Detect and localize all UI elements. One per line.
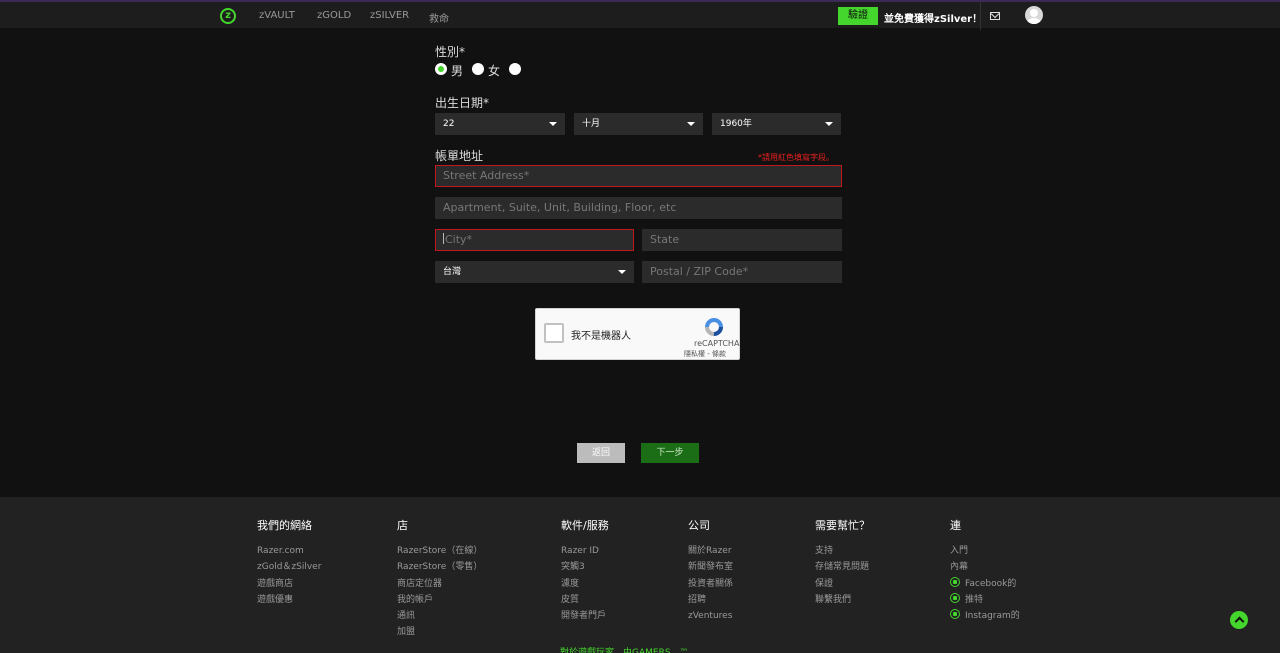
footer-link[interactable]: Razer ID [561,543,609,559]
apartment-input[interactable]: Apartment, Suite, Unit, Building, Floor,… [435,197,842,219]
recaptcha-logo-icon [705,318,723,336]
footer-link[interactable]: 關於Razer [688,543,733,559]
chevron-down-icon [687,122,695,126]
footer-link[interactable]: 聯繫我們 [815,592,870,608]
dob-label: 出生日期* [435,96,490,110]
footer-link[interactable]: 我的帳戶 [397,592,482,608]
footer-link[interactable]: 存儲常見問題 [815,559,870,575]
footer-link[interactable]: 投資者關係 [688,576,733,592]
footer-link[interactable]: 通訊 [397,608,482,624]
nav-link-zsilver[interactable]: zSILVER [370,10,409,21]
chevron-down-icon [618,270,626,274]
dob-year-select[interactable]: 1960年 [712,113,841,135]
chevron-down-icon [825,122,833,126]
dob-day-select[interactable]: 22 [435,113,565,135]
chevron-down-icon [549,122,557,126]
recaptcha-label: 我不是機器人 [571,331,631,342]
dob-month-select[interactable]: 十月 [574,113,703,135]
footer-link[interactable]: 入門 [950,543,1020,559]
facebook-icon [950,576,960,587]
footer-link[interactable]: zVentures [688,608,733,624]
footer-link[interactable]: 濾度 [561,576,609,592]
footer-tagline: 對於遊戲玩家。由GAMERS。™ [560,648,689,653]
footer-link[interactable]: 突觸3 [561,559,609,575]
footer-heading: 軟件/服務 [561,519,609,532]
gender-radio-female[interactable] [472,63,484,75]
promo-text: 並免費獲得zSilver！ [884,14,983,25]
top-nav: z zVAULT zGOLD zSILVER 救命 驗證 並免費獲得zSilve… [0,0,1280,30]
footer-link[interactable]: 皮質 [561,592,609,608]
footer-link[interactable]: 保證 [815,576,870,592]
verify-button[interactable]: 驗證 [838,7,878,25]
nav-divider [980,2,981,30]
recaptcha-brand: reCAPTCHA [694,339,740,348]
footer-column-help: 需要幫忙？ 支持 存儲常見問題 保證 聯繫我們 [815,517,870,608]
footer-link-label: Instagram的 [965,611,1020,622]
footer-link-instagram[interactable]: Instagram的 [950,608,1020,624]
footer-link[interactable]: 遊戲優惠 [257,592,321,608]
footer-link[interactable]: 支持 [815,543,870,559]
zip-code-input[interactable]: Postal / ZIP Code* [642,261,842,283]
mail-icon[interactable] [990,12,1000,20]
footer-column-store: 店 RazerStore（在線） RazerStore（零售） 商店定位器 我的… [397,517,482,641]
country-select[interactable]: 台灣 [435,261,634,283]
instagram-icon [950,609,960,620]
footer-link[interactable]: 遊戲商店 [257,576,321,592]
footer-link-label: Facebook的 [965,578,1017,589]
city-input[interactable]: City* [435,229,634,251]
nav-link-zvault[interactable]: zVAULT [259,10,295,21]
back-button[interactable]: 返回 [577,443,625,463]
gender-option-female-label: 女 [488,64,501,78]
zsilver-logo-icon[interactable]: z [220,8,236,24]
twitter-icon [950,592,960,603]
required-fields-note: *請用紅色填寫字段。 [758,153,834,162]
footer-heading: 連 [950,519,961,532]
gender-label: 性別* [435,45,466,59]
footer-heading: 公司 [688,519,710,532]
dob-month-value: 十月 [582,119,601,129]
text-cursor [443,233,444,244]
footer-link[interactable]: 開發者門戶 [561,608,609,624]
footer-heading: 店 [397,519,408,532]
next-button[interactable]: 下一步 [641,443,699,463]
footer-link[interactable]: 加盟 [397,624,482,640]
footer-link-facebook[interactable]: Facebook的 [950,576,1020,592]
footer-link[interactable]: Razer.com [257,543,321,559]
gender-option-male-label: 男 [451,64,464,78]
footer-heading: 我們的網絡 [257,519,312,532]
dob-year-value: 1960年 [720,119,752,129]
footer: 我們的網絡 Razer.com zGold＆zSilver 遊戲商店 遊戲優惠 … [0,497,1280,653]
scroll-to-top-button[interactable] [1230,611,1248,629]
state-input[interactable]: State [642,229,842,251]
footer-link[interactable]: zGold＆zSilver [257,559,321,575]
footer-link-twitter[interactable]: 推特 [950,592,1020,608]
recaptcha-terms-link[interactable]: 隱私權 - 條款 [684,349,726,359]
gender-radio-male[interactable] [435,63,447,75]
dob-day-value: 22 [443,119,455,129]
recaptcha-widget: 我不是機器人 reCAPTCHA 隱私權 - 條款 [535,308,740,360]
billing-address-label: 帳單地址 [435,149,484,163]
footer-column-company: 公司 關於Razer 新聞發布室 投資者關係 招聘 zVentures [688,517,733,624]
nav-link-zgold[interactable]: zGOLD [317,10,351,21]
recaptcha-checkbox[interactable] [544,323,564,343]
footer-column-connect: 連 入門 內幕 Facebook的 推特 Instagram的 [950,517,1020,624]
avatar[interactable] [1025,6,1043,24]
footer-heading: 需要幫忙？ [815,519,870,532]
footer-link-label: 推特 [965,594,984,605]
footer-link[interactable]: 商店定位器 [397,576,482,592]
nav-link-help[interactable]: 救命 [429,10,449,25]
gender-radio-other[interactable] [509,63,521,75]
footer-link[interactable]: RazerStore（在線） [397,543,482,559]
street-address-input[interactable]: Street Address* [435,165,842,187]
footer-link[interactable]: 新聞發布室 [688,559,733,575]
footer-link[interactable]: 招聘 [688,592,733,608]
footer-link[interactable]: 內幕 [950,559,1020,575]
footer-column-network: 我們的網絡 Razer.com zGold＆zSilver 遊戲商店 遊戲優惠 [257,517,321,608]
country-value: 台灣 [443,267,462,277]
footer-link[interactable]: RazerStore（零售） [397,559,482,575]
city-placeholder: City* [445,233,473,246]
footer-column-software: 軟件/服務 Razer ID 突觸3 濾度 皮質 開發者門戶 [561,517,609,624]
